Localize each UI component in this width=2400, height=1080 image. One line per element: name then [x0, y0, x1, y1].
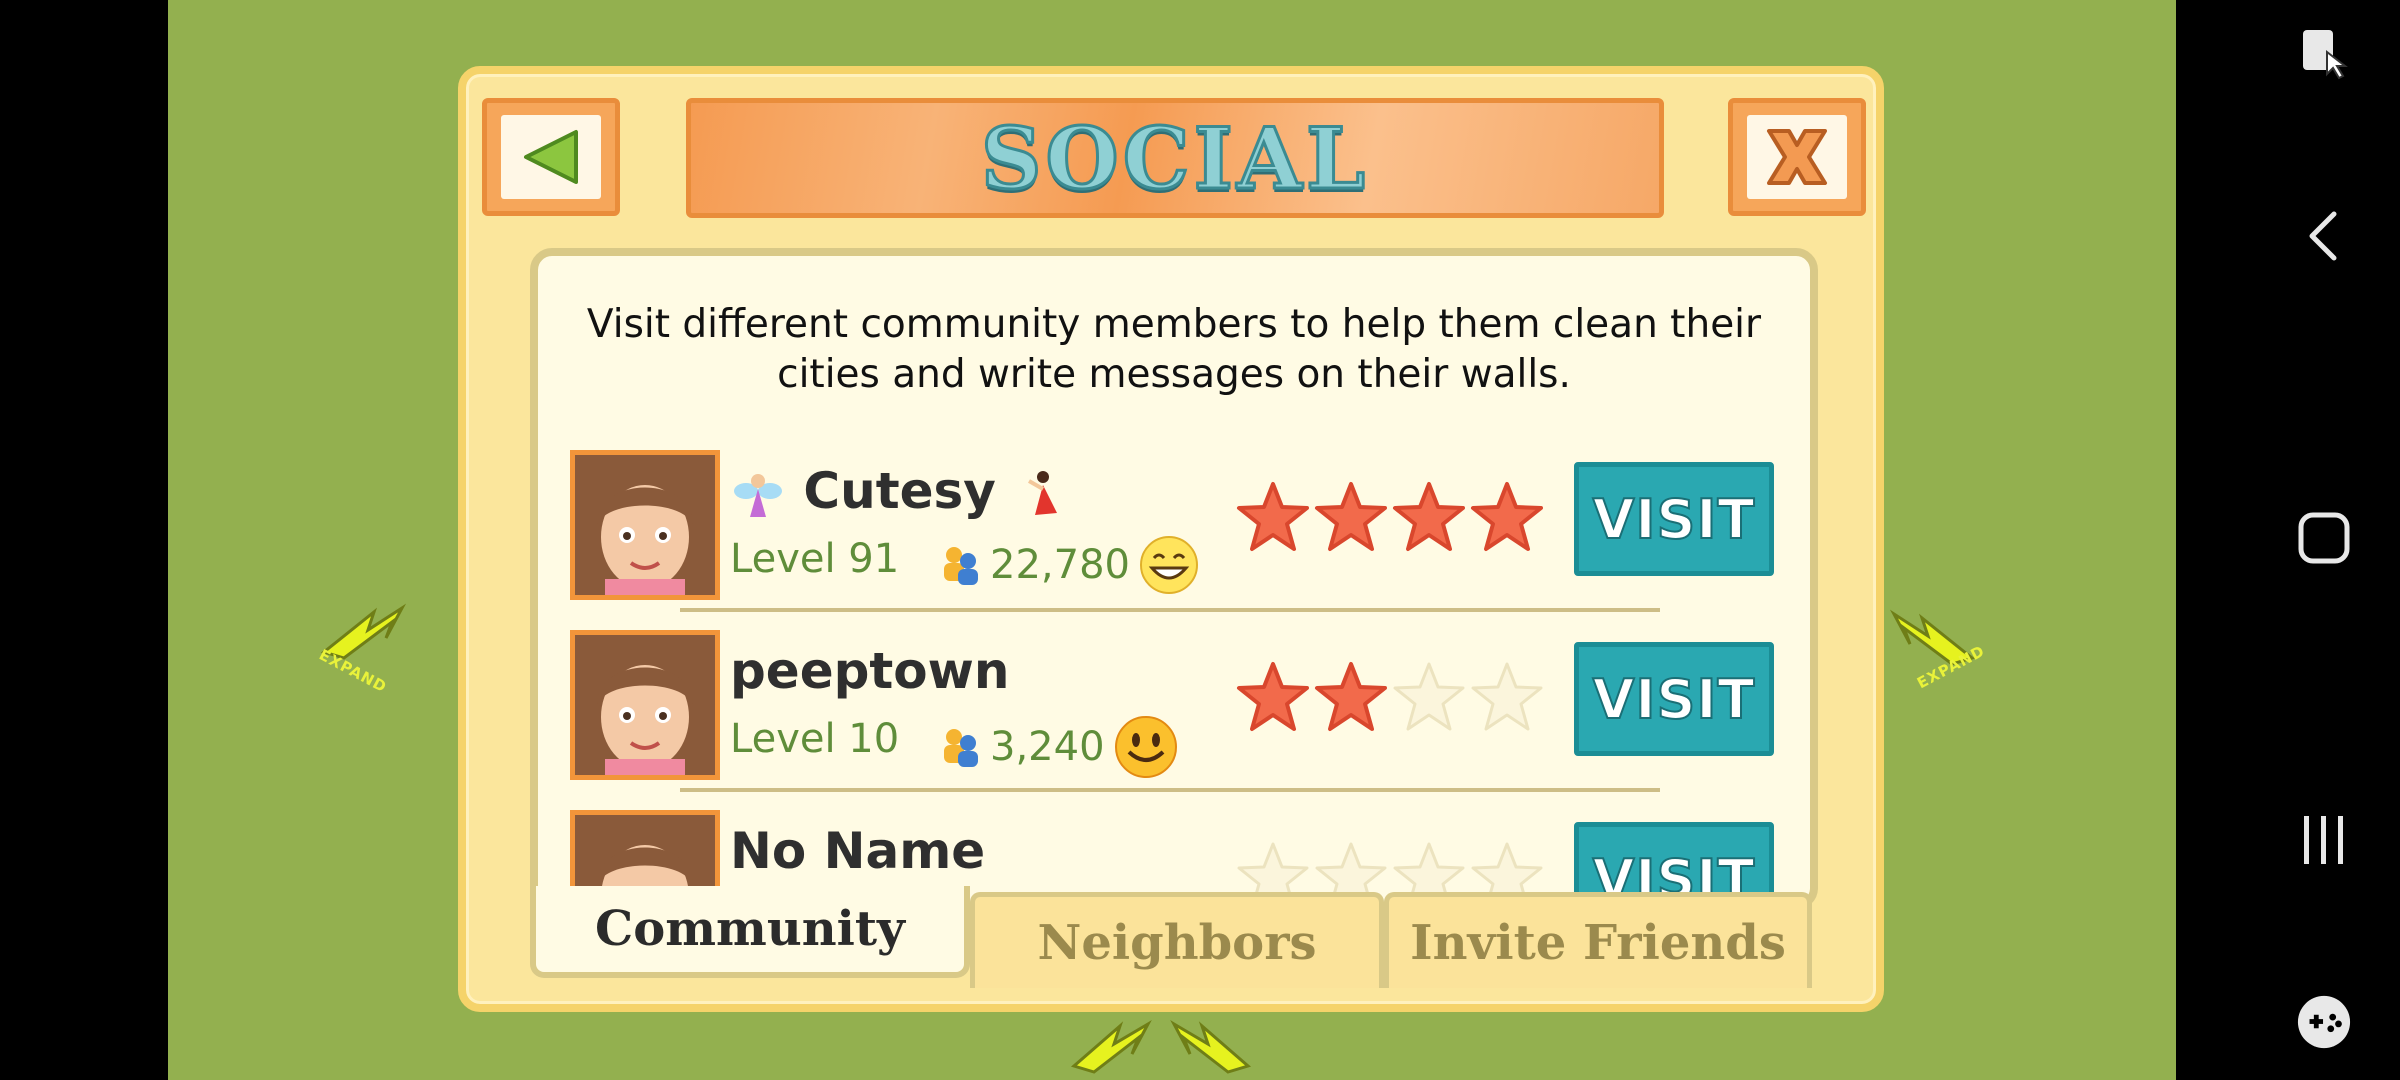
back-arrow-icon [524, 130, 578, 184]
tab-community[interactable]: Community [530, 886, 970, 978]
arrow-icon [1170, 1020, 1252, 1074]
fairy-emoji-icon [734, 473, 782, 517]
star-filled-icon [1237, 482, 1309, 551]
expand-left-arrow[interactable]: EXPAND [316, 600, 412, 696]
dialog-title: SOCIAL [979, 107, 1370, 209]
intro-text: Visit different community members to hel… [586, 302, 1762, 397]
game-tools-icon[interactable] [2296, 994, 2352, 1050]
avatar-face-icon [575, 635, 715, 775]
expand-bottom-left-arrow[interactable] [1068, 1018, 1158, 1080]
star-filled-icon [1393, 482, 1465, 551]
recents-icon[interactable] [2296, 812, 2352, 868]
social-dialog: SOCIAL Visit different community members… [458, 66, 1884, 1012]
game-map[interactable]: EXPAND EXPAND SOCIAL Visit different com… [168, 0, 2176, 1080]
member-level: Level 10 [730, 716, 900, 762]
avatar-face-icon [575, 455, 715, 595]
arrow-icon [1070, 1020, 1152, 1074]
rating-stars [1236, 480, 1544, 554]
friends-icon [944, 729, 978, 767]
android-nav-bar [2176, 0, 2400, 1080]
star-filled-icon [1237, 662, 1309, 731]
star-filled-icon [1471, 482, 1543, 551]
member-level: Level 91 [730, 536, 900, 582]
star-empty-icon [1393, 662, 1465, 731]
friend-count: 22,780 [938, 534, 1200, 596]
dancer-emoji-icon [1028, 470, 1058, 515]
expand-right-arrow[interactable]: EXPAND [1884, 606, 1988, 692]
back-button[interactable] [482, 98, 620, 216]
star-filled-icon [1315, 662, 1387, 731]
star-empty-icon [1471, 662, 1543, 731]
member-name: peeptown [730, 642, 1010, 700]
tab-neighbors[interactable]: Neighbors [970, 892, 1384, 988]
visit-button[interactable]: VISIT [1574, 642, 1774, 756]
close-button[interactable] [1728, 98, 1866, 216]
friends-icon [944, 547, 978, 585]
back-nav-icon[interactable] [2296, 208, 2352, 264]
grinning-face-icon [1139, 536, 1198, 594]
list-item: peeptown Level 10 3,240 VISIT [570, 630, 1800, 792]
tab-invite-friends[interactable]: Invite Friends [1384, 892, 1812, 988]
member-list-panel: Visit different community members to hel… [530, 248, 1818, 910]
smiling-face-icon [1114, 716, 1177, 778]
friend-count: 3,240 [938, 714, 1179, 780]
close-icon [1767, 129, 1827, 185]
avatar[interactable] [570, 630, 720, 780]
star-filled-icon [1315, 482, 1387, 551]
list-item: Cutesy Level 91 22,780 VISIT [570, 450, 1800, 612]
visit-button[interactable]: VISIT [1574, 462, 1774, 576]
row-divider [680, 608, 1660, 612]
member-name: Cutesy [730, 462, 1069, 523]
rating-stars [1236, 660, 1544, 734]
home-icon[interactable] [2296, 510, 2352, 566]
avatar[interactable] [570, 450, 720, 600]
tab-bar: Community Neighbors Invite Friends [530, 886, 1818, 988]
title-banner: SOCIAL [686, 98, 1664, 218]
expand-bottom-right-arrow[interactable] [1164, 1018, 1254, 1080]
screenshot-icon[interactable] [2296, 26, 2352, 82]
left-black-bar [0, 0, 168, 1080]
member-name: No Name [730, 822, 986, 880]
row-divider [680, 788, 1660, 792]
